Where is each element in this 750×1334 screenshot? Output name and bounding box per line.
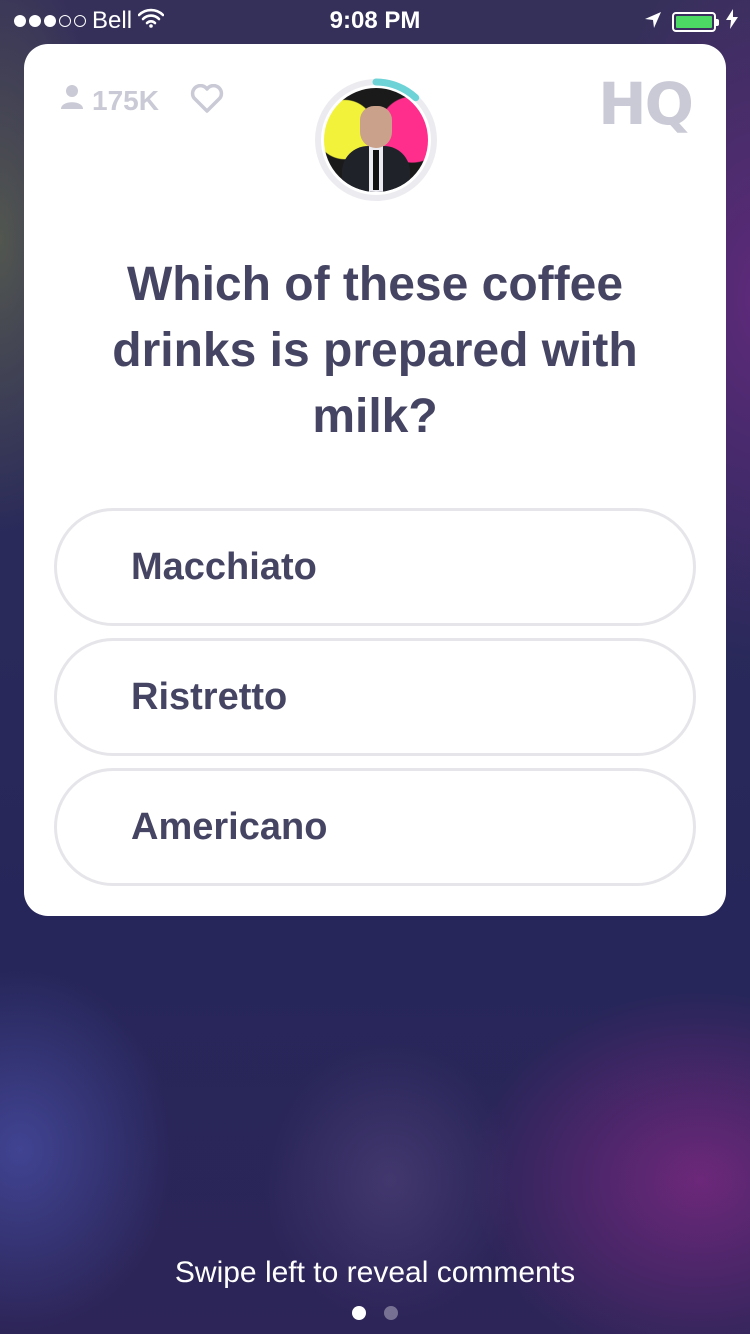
location-arrow-icon bbox=[644, 8, 662, 36]
question-card: 175K HQ Which of these coffee drinks is … bbox=[24, 44, 726, 916]
person-icon bbox=[60, 84, 84, 117]
swipe-hint: Swipe left to reveal comments bbox=[174, 1256, 576, 1289]
battery-icon bbox=[672, 12, 719, 32]
answer-option[interactable]: Ristretto bbox=[54, 638, 696, 756]
charging-icon bbox=[726, 8, 738, 36]
battery-fill bbox=[676, 16, 712, 28]
viewer-count-text: 175K bbox=[92, 84, 159, 116]
heart-icon[interactable] bbox=[190, 83, 224, 119]
host-avatar-timer bbox=[314, 78, 438, 202]
page-dot[interactable] bbox=[384, 1306, 398, 1320]
status-right bbox=[644, 8, 738, 36]
host-avatar bbox=[324, 88, 428, 192]
answer-option[interactable]: Macchiato bbox=[54, 508, 696, 626]
page-dot[interactable] bbox=[352, 1306, 366, 1320]
viewer-count: 175K bbox=[60, 84, 159, 117]
question-text: Which of these coffee drinks is prepared… bbox=[112, 258, 638, 443]
clock: 9:08 PM bbox=[329, 7, 421, 34]
status-bar: Bell 9:08 PM bbox=[0, 0, 750, 40]
answer-option[interactable]: Americano bbox=[54, 768, 696, 886]
host-head bbox=[360, 106, 392, 148]
host-tie bbox=[373, 150, 379, 190]
hq-logo: HQ bbox=[598, 70, 694, 138]
page-indicator[interactable] bbox=[352, 1306, 398, 1320]
